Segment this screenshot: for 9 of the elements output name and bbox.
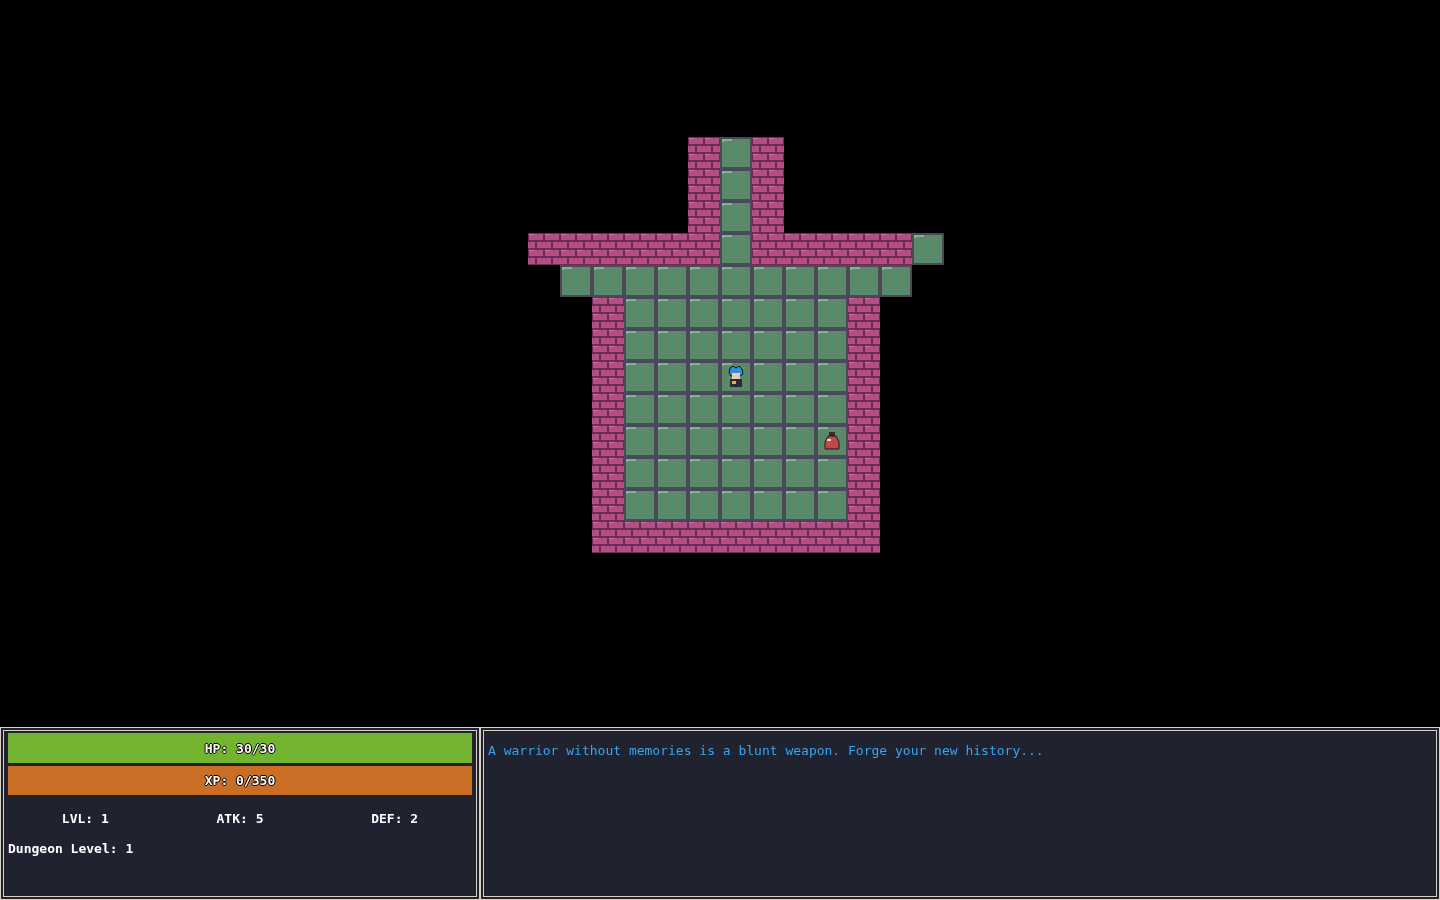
log-message: A warrior without memories is a blunt weapon. Forge your new history... bbox=[488, 743, 1045, 758]
stat-value: DEF: 2 bbox=[371, 811, 419, 826]
stat-value: ATK: 5 bbox=[216, 811, 264, 826]
xp-label: XP: 0/350 bbox=[204, 773, 276, 788]
dungeon-level-text: Dungeon Level: 1 bbox=[8, 841, 135, 856]
stat-value: LVL: 1 bbox=[61, 811, 109, 826]
character-sprite-icon bbox=[727, 366, 745, 388]
potion-icon bbox=[824, 432, 840, 450]
hp-label: HP: 30/30 bbox=[204, 740, 276, 756]
